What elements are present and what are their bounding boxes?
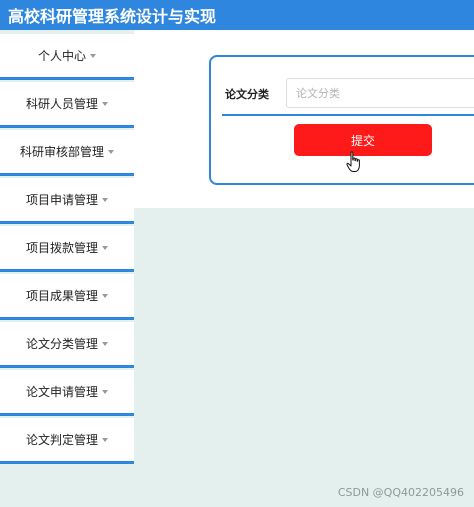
paper-category-input[interactable] <box>286 78 474 108</box>
sidebar-item-project-application-management[interactable]: 项目申请管理 <box>0 178 134 224</box>
caret-down-icon <box>108 149 114 154</box>
sidebar-item-label: 项目申请管理 <box>25 193 98 207</box>
caret-down-icon <box>102 389 108 394</box>
app-title: 高校科研管理系统设计与实现 <box>8 7 217 26</box>
submit-button[interactable]: 提交 <box>294 124 432 156</box>
sidebar-item-label: 论文判定管理 <box>25 433 98 447</box>
caret-down-icon <box>102 197 108 202</box>
sidebar-item-paper-category-management[interactable]: 论文分类管理 <box>0 322 134 368</box>
sidebar-item-paper-judgment-management[interactable]: 论文判定管理 <box>0 418 134 464</box>
form-divider <box>222 114 474 116</box>
caret-down-icon <box>102 293 108 298</box>
sidebar: 个人中心 科研人员管理 科研审核部管理 项目申请管理 项目拨款管理 项目成果管理… <box>0 30 134 507</box>
sidebar-item-label: 论文分类管理 <box>25 337 98 351</box>
caret-down-icon <box>102 341 108 346</box>
form-panel <box>209 55 474 185</box>
sidebar-item-label: 项目拨款管理 <box>25 241 98 255</box>
caret-down-icon <box>102 437 108 442</box>
sidebar-item-researcher-management[interactable]: 科研人员管理 <box>0 82 134 128</box>
sidebar-item-project-funding-management[interactable]: 项目拨款管理 <box>0 226 134 272</box>
caret-down-icon <box>102 101 108 106</box>
hand-pointer-icon <box>346 151 360 172</box>
sidebar-item-paper-application-management[interactable]: 论文申请管理 <box>0 370 134 416</box>
sidebar-item-label: 科研审核部管理 <box>19 145 104 159</box>
sidebar-item-label: 个人中心 <box>37 49 86 63</box>
caret-down-icon <box>90 53 96 58</box>
app-header: 高校科研管理系统设计与实现 <box>0 0 474 30</box>
paper-category-label: 论文分类 <box>225 88 269 101</box>
sidebar-item-label: 项目成果管理 <box>25 289 98 303</box>
caret-down-icon <box>102 245 108 250</box>
sidebar-item-project-results-management[interactable]: 项目成果管理 <box>0 274 134 320</box>
watermark: CSDN @QQ402205496 <box>337 486 464 499</box>
sidebar-item-label: 科研人员管理 <box>25 97 98 111</box>
sidebar-item-personal-center[interactable]: 个人中心 <box>0 34 134 80</box>
sidebar-item-label: 论文申请管理 <box>25 385 98 399</box>
sidebar-item-review-dept-management[interactable]: 科研审核部管理 <box>0 130 134 176</box>
